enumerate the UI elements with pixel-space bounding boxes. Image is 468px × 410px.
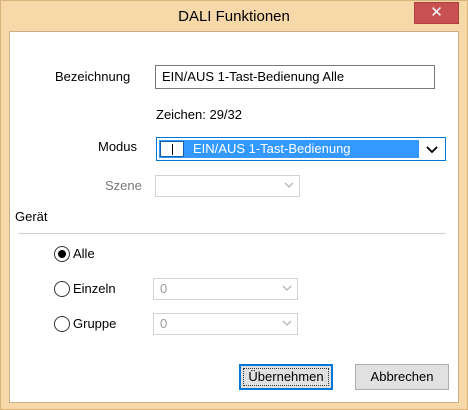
szene-label: Szene (105, 178, 142, 193)
radio-gruppe-label[interactable]: Gruppe (73, 316, 116, 331)
close-button[interactable]: ✕ (414, 2, 459, 24)
gruppe-select[interactable]: 0 (153, 313, 298, 335)
radio-gruppe[interactable] (54, 316, 70, 332)
character-count: Zeichen: 29/32 (156, 107, 243, 122)
bezeichnung-input[interactable]: EIN/AUS 1-Tast-Bedienung Alle (155, 65, 435, 89)
modus-selected-value: EIN/AUS 1-Tast-Bedienung (159, 140, 419, 158)
close-icon: ✕ (430, 4, 443, 21)
radio-alle-label[interactable]: Alle (73, 246, 95, 261)
radio-einzeln[interactable] (54, 281, 70, 297)
modus-select[interactable]: EIN/AUS 1-Tast-Bedienung (156, 137, 446, 161)
cancel-label: Abbrechen (370, 369, 434, 384)
gruppe-value: 0 (160, 316, 168, 331)
apply-button[interactable]: Übernehmen (239, 364, 333, 390)
title-bar[interactable]: DALI Funktionen ✕ (1, 1, 467, 31)
radio-einzeln-label[interactable]: Einzeln (73, 281, 116, 296)
szene-select[interactable] (155, 175, 300, 197)
chevron-down-icon[interactable] (425, 144, 439, 156)
geraet-label: Gerät (15, 209, 48, 224)
modus-label: Modus (98, 139, 138, 154)
einzeln-select[interactable]: 0 (153, 278, 298, 300)
radio-alle[interactable] (54, 246, 70, 262)
text-cursor (160, 141, 184, 157)
chevron-down-icon (284, 182, 294, 188)
einzeln-value: 0 (160, 281, 168, 296)
chevron-down-icon (282, 320, 292, 326)
window-title: DALI Funktionen (178, 8, 290, 25)
bezeichnung-label: Bezeichnung (55, 69, 131, 84)
dialog-window: DALI Funktionen ✕ Bezeichnung EIN/AUS 1-… (0, 0, 468, 410)
group-divider (18, 233, 446, 234)
chevron-down-icon (282, 285, 292, 291)
cancel-button[interactable]: Abbrechen (355, 364, 449, 390)
dialog-body: Bezeichnung EIN/AUS 1-Tast-Bedienung All… (9, 31, 459, 403)
